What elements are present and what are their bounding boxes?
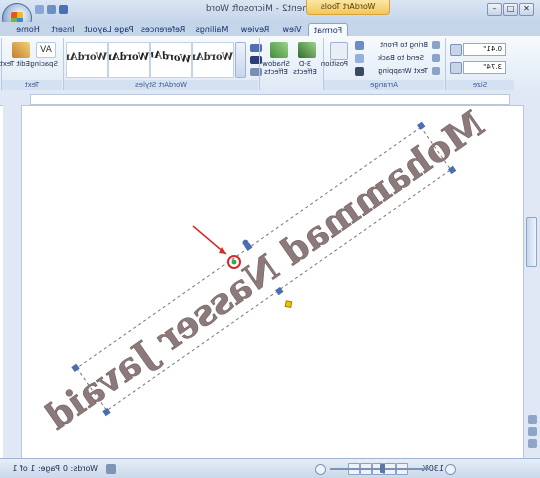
height-field[interactable]: 0.41" (463, 43, 506, 56)
document-canvas: Mohammad Nasser Javaid (38, 102, 493, 438)
save-icon[interactable] (59, 5, 68, 14)
tab-references[interactable]: References (138, 23, 188, 36)
bring-to-front-button[interactable]: Bring to Front (380, 41, 428, 49)
undo-icon[interactable] (47, 5, 56, 14)
spacing-icon[interactable]: AV (36, 42, 56, 58)
adjust-handle[interactable] (283, 299, 294, 310)
bring-to-front-icon[interactable] (355, 41, 364, 50)
scroll-thumb[interactable] (526, 217, 537, 267)
text-wrapping-button[interactable]: Text Wrapping (378, 67, 428, 75)
text-group: Edit Text AV Spacing Text (0, 38, 62, 90)
shadow-effects-label[interactable]: Shadow Effects (262, 60, 290, 76)
document-page[interactable]: Mohammad Nasser Javaid (23, 102, 523, 458)
status-bar: Page: 1 of 1 Words: 0 130% (0, 458, 540, 478)
position-icon[interactable] (330, 42, 348, 60)
select-browse-object-icon[interactable] (528, 427, 537, 436)
wordart-style-3-sample: WordArt (150, 48, 192, 66)
height-icon (450, 44, 462, 56)
wordart-style-4[interactable]: WordArt (192, 42, 234, 78)
width-field[interactable]: 3.74" (463, 61, 506, 74)
arrange-group: Position Bring to Front Send to Back Tex… (321, 38, 444, 90)
zoom-in-icon[interactable] (315, 464, 326, 475)
wordart-styles-group: WordArt WordArt WordArt WordArt WordArt … (63, 38, 262, 90)
shadow-effects-icon[interactable] (270, 42, 288, 58)
wordart-style-1[interactable]: WordArt (66, 42, 108, 78)
ruler-track (30, 94, 510, 105)
wordart-styles-label: WordArt Styles (64, 80, 258, 90)
text-wrapping-icon[interactable] (355, 67, 364, 76)
three-d-effects-icon[interactable] (298, 42, 316, 58)
next-page-icon[interactable] (528, 439, 537, 448)
resize-handle-nw[interactable] (416, 121, 426, 130)
vertical-ruler (3, 105, 22, 458)
edit-text-icon[interactable] (12, 42, 30, 58)
ribbon: Edit Text AV Spacing Text WordArt WordAr… (0, 36, 540, 93)
window-title: Document2 - Microsoft Word (205, 4, 335, 14)
zoom-out-icon[interactable] (445, 464, 456, 475)
tab-review[interactable]: Review (236, 23, 274, 36)
close-button[interactable]: ✕ (519, 3, 534, 16)
text-group-label: Text (2, 80, 62, 90)
arrange-group-label: Arrange (324, 80, 444, 90)
word-count[interactable]: Words: 0 (63, 464, 98, 473)
minimize-button[interactable]: – (487, 3, 502, 16)
size-group: 0.41" 3.74" Size (445, 38, 514, 90)
vertical-scrollbar[interactable] (523, 105, 540, 458)
effects-group: Shadow Effects 3-D Effects (259, 38, 322, 90)
resize-handle-ne[interactable] (71, 363, 80, 372)
tab-page-layout[interactable]: Page Layout (82, 23, 136, 36)
position-label[interactable]: Position (321, 60, 348, 68)
spacing-label[interactable]: Spacing (30, 60, 58, 68)
width-icon (450, 62, 462, 74)
send-to-back-button[interactable]: Send to Back (378, 54, 424, 62)
horizontal-ruler[interactable] (0, 92, 540, 106)
size-group-label: Size (446, 80, 514, 90)
styles-more-icon[interactable] (235, 42, 246, 78)
edit-text-label[interactable]: Edit Text (0, 60, 30, 68)
rotate-icon[interactable] (432, 67, 440, 75)
maximize-button[interactable]: □ (503, 3, 518, 16)
proofing-icon[interactable] (106, 464, 116, 474)
send-to-back-icon[interactable] (355, 54, 364, 63)
wordart-style-2[interactable]: WordArt (108, 42, 150, 78)
prev-page-icon[interactable] (528, 415, 537, 424)
wordart-style-3[interactable]: WordArt (150, 42, 192, 78)
zoom-thumb[interactable] (380, 464, 385, 473)
wordart-style-1-sample: WordArt (66, 52, 107, 63)
page-count[interactable]: Page: 1 of 1 (12, 464, 60, 473)
redo-icon[interactable] (35, 5, 44, 14)
wordart-tools-contextual-tab: WordArt Tools (306, 0, 390, 15)
ribbon-tabs: Home Insert Page Layout References Maili… (0, 22, 540, 37)
green-rotate-handle[interactable] (231, 259, 237, 265)
align-icon[interactable] (432, 41, 440, 49)
three-d-effects-label[interactable]: 3-D Effects (292, 60, 318, 76)
tab-format[interactable]: Format (308, 23, 348, 37)
tab-mailings[interactable]: Mailings (190, 23, 234, 36)
tab-view[interactable]: View (276, 23, 308, 36)
title-bar: Document2 - Microsoft Word WordArt Tools… (0, 0, 540, 33)
wordart-style-4-sample: WordArt (192, 52, 233, 63)
wordart-style-2-sample: WordArt (108, 52, 149, 63)
word-window: Document2 - Microsoft Word WordArt Tools… (0, 0, 540, 478)
tab-insert[interactable]: Insert (46, 23, 80, 36)
tab-home[interactable]: Home (12, 23, 44, 36)
wordart-text[interactable]: Mohammad Nasser Javaid (38, 102, 493, 438)
group-icon[interactable] (432, 54, 440, 62)
